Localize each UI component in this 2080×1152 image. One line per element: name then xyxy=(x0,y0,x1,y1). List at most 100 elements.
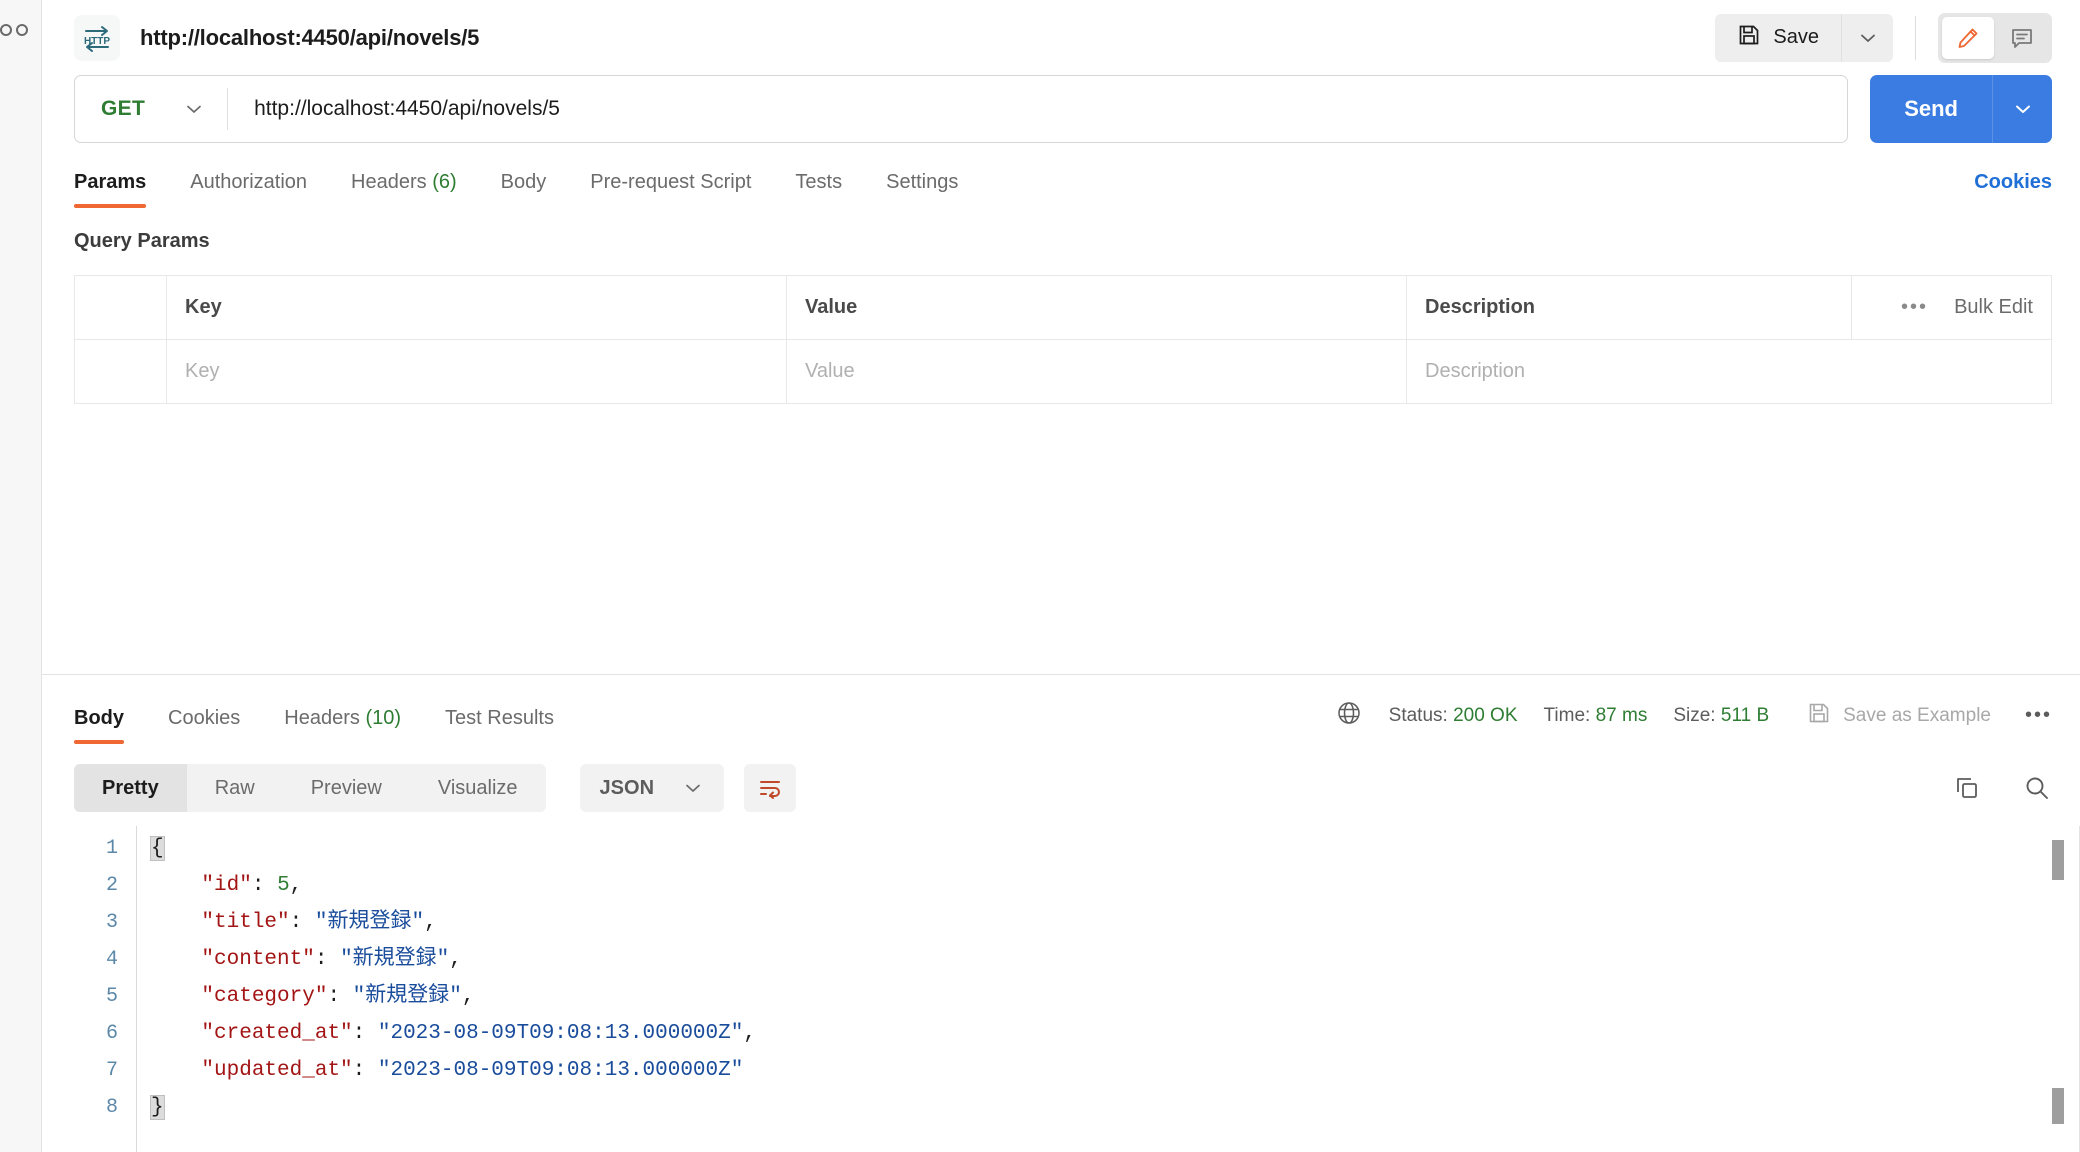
code-token: "created_at" xyxy=(201,1022,353,1045)
tab-params[interactable]: Params xyxy=(74,171,168,208)
code-token: "id" xyxy=(201,874,252,897)
tab-settings[interactable]: Settings xyxy=(864,171,980,208)
tab-body-label: Body xyxy=(500,171,547,193)
bulk-edit-button[interactable]: Bulk Edit xyxy=(1954,296,2033,319)
code-token: , xyxy=(449,948,462,971)
send-button[interactable]: Send xyxy=(1870,75,1992,143)
line-number: 2 xyxy=(105,874,118,897)
header-actions: Save xyxy=(1715,12,2052,63)
response-tab-cookies[interactable]: Cookies xyxy=(146,707,262,744)
http-method-selector[interactable]: GET xyxy=(75,76,227,142)
response-more-ellipsis-icon[interactable]: ••• xyxy=(2025,704,2052,727)
cookies-link[interactable]: Cookies xyxy=(1974,171,2052,208)
save-button-label: Save xyxy=(1773,26,1819,48)
comment-mode-button[interactable] xyxy=(1996,17,2048,59)
main-column: HTTP http://localhost:4450/api/novels/5 xyxy=(42,0,2080,1152)
line-number-gutter: 1 2 3 4 5 6 7 8 xyxy=(74,826,136,1152)
response-tab-headers-label: Headers xyxy=(284,707,360,729)
code-token: "新規登録" xyxy=(352,985,462,1008)
request-header-bar: HTTP http://localhost:4450/api/novels/5 xyxy=(42,0,2080,75)
viewer-mode-raw[interactable]: Raw xyxy=(187,764,283,812)
tab-pre-request-script-label: Pre-request Script xyxy=(590,171,752,193)
chevron-down-icon xyxy=(187,105,201,113)
line-number: 3 xyxy=(105,911,118,934)
row-checkbox-cell[interactable] xyxy=(74,339,167,404)
response-tab-headers[interactable]: Headers (10) xyxy=(262,707,423,744)
code-line: } xyxy=(150,1089,2080,1126)
url-input[interactable] xyxy=(228,97,1848,121)
ellipsis-icon[interactable]: ••• xyxy=(1901,296,1928,319)
response-meta: Status: 200 OK Time: 87 ms Size: 511 B S… xyxy=(1335,699,2052,744)
http-protocol-icon: HTTP xyxy=(74,14,120,61)
line-number: 5 xyxy=(105,985,118,1008)
line-number: 6 xyxy=(105,1022,118,1045)
code-token: "新規登録" xyxy=(314,911,425,934)
response-tab-test-results[interactable]: Test Results xyxy=(423,707,576,744)
line-number: 1 xyxy=(105,837,118,860)
scrollbar-thumb-top xyxy=(2052,840,2064,880)
chevron-down-icon xyxy=(686,784,700,792)
wrap-lines-button[interactable] xyxy=(744,764,797,812)
size-value: 511 B xyxy=(1720,704,1770,726)
code-line: "created_at": "2023-08-09T09:08:13.00000… xyxy=(151,1015,2080,1052)
code-token: , xyxy=(461,985,475,1008)
tab-body[interactable]: Body xyxy=(479,171,569,208)
save-as-example-button[interactable]: Save as Example xyxy=(1807,701,1991,731)
tab-headers-label: Headers xyxy=(351,171,427,193)
url-bar-row: GET Send xyxy=(42,75,2080,143)
code-token: : xyxy=(289,911,315,934)
code-line: { xyxy=(150,830,2080,867)
bulk-edit-cell: ••• Bulk Edit xyxy=(1851,275,2052,340)
line-number: 8 xyxy=(105,1096,118,1119)
row-description-input[interactable]: Description xyxy=(1406,339,2052,404)
send-options-caret[interactable] xyxy=(1992,75,2052,143)
code-token: "updated_at" xyxy=(201,1059,353,1082)
table-row: Key Value Description xyxy=(74,339,2052,404)
code-token: "content" xyxy=(201,948,315,971)
code-line: "category": "新規登録", xyxy=(151,978,2080,1015)
response-tab-body[interactable]: Body xyxy=(74,707,146,744)
response-scrollbar[interactable] xyxy=(2052,826,2064,1152)
chevron-down-icon xyxy=(1860,34,1875,42)
response-format-label: JSON xyxy=(599,776,655,799)
tab-pre-request-script[interactable]: Pre-request Script xyxy=(568,171,773,208)
code-token: , xyxy=(289,874,303,897)
line-number: 4 xyxy=(105,948,118,971)
circle-icon-2 xyxy=(16,24,28,36)
response-tabs: Body Cookies Headers (10) Test Results S… xyxy=(42,699,2080,744)
line-number: 7 xyxy=(105,1059,118,1082)
viewer-mode-pretty[interactable]: Pretty xyxy=(74,764,187,812)
chevron-down-icon xyxy=(2015,105,2030,113)
floppy-disk-icon xyxy=(1737,23,1761,53)
tab-headers[interactable]: Headers (6) xyxy=(329,171,479,208)
code-token: "2023-08-09T09:08:13.000000Z" xyxy=(377,1022,744,1045)
code-line: "title": "新規登録", xyxy=(151,904,2080,941)
row-key-input[interactable]: Key xyxy=(166,339,787,404)
tab-settings-label: Settings xyxy=(886,171,959,193)
two-circles-icon[interactable] xyxy=(0,24,28,36)
viewer-mode-preview[interactable]: Preview xyxy=(283,764,410,812)
row-value-input[interactable]: Value xyxy=(786,339,1407,404)
code-token: : xyxy=(352,1022,378,1045)
tab-tests[interactable]: Tests xyxy=(773,171,864,208)
save-button[interactable]: Save xyxy=(1715,13,1841,62)
copy-button[interactable] xyxy=(1952,773,1982,803)
viewer-mode-visualize[interactable]: Visualize xyxy=(410,764,546,812)
edit-mode-button[interactable] xyxy=(1942,16,1994,59)
tab-authorization[interactable]: Authorization xyxy=(168,171,329,208)
search-button[interactable] xyxy=(2022,773,2052,803)
tab-tests-label: Tests xyxy=(795,171,843,193)
code-token: , xyxy=(743,1022,756,1045)
code-line: "updated_at": "2023-08-09T09:08:13.00000… xyxy=(151,1052,2080,1089)
save-as-example-label: Save as Example xyxy=(1843,704,1991,726)
response-body-code[interactable]: { "id": 5, "title": "新規登録", "content": "… xyxy=(136,826,2080,1152)
response-tab-headers-count: (10) xyxy=(365,707,402,729)
save-options-caret[interactable] xyxy=(1841,13,1893,62)
response-tab-test-results-label: Test Results xyxy=(445,707,554,729)
tab-params-label: Params xyxy=(74,171,147,193)
scrollbar-thumb-bottom xyxy=(2052,1088,2064,1124)
response-format-selector[interactable]: JSON xyxy=(579,764,725,812)
